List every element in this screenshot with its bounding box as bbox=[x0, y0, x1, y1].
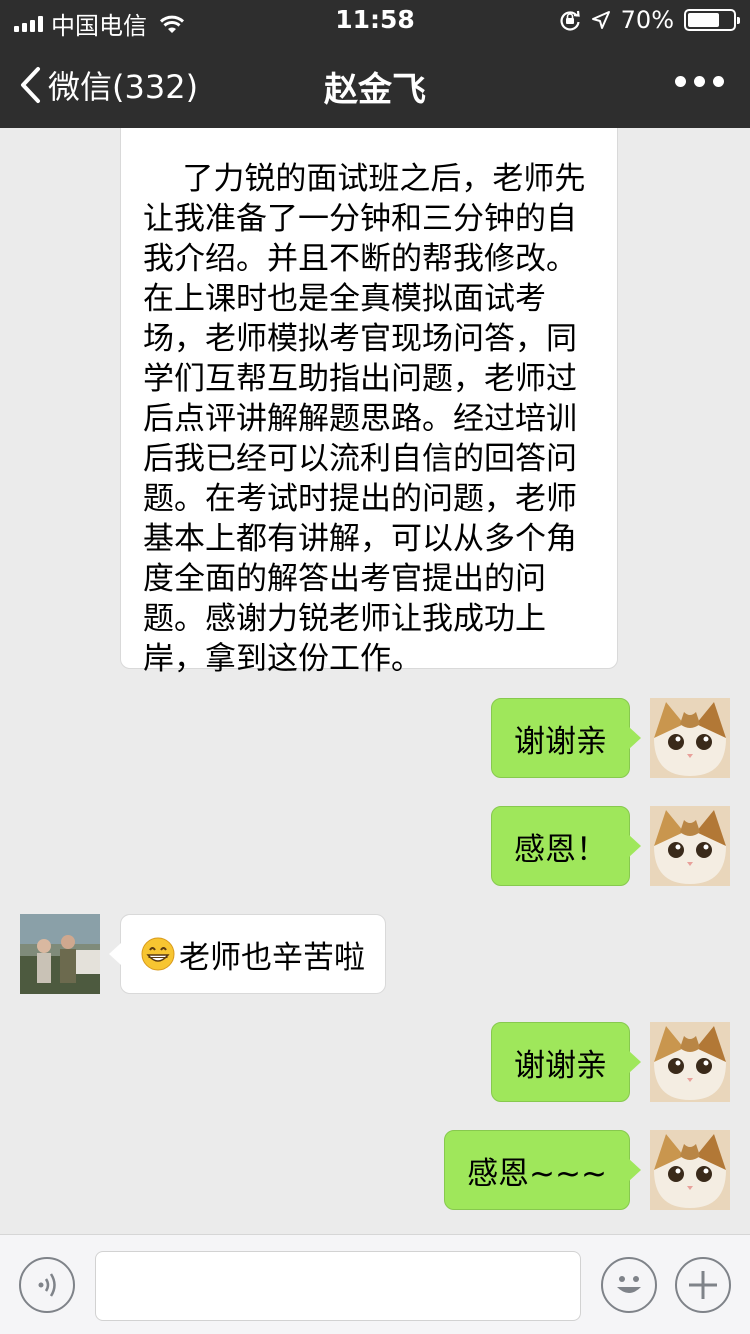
contact-avatar[interactable] bbox=[20, 914, 100, 994]
more-functions-button[interactable] bbox=[675, 1257, 731, 1313]
smiley-icon bbox=[617, 1276, 641, 1293]
grinning-face-emoji-icon bbox=[141, 937, 175, 971]
battery-icon bbox=[684, 9, 740, 31]
more-options-button[interactable] bbox=[675, 76, 724, 87]
nav-bar: 微信(332) 赵金飞 bbox=[0, 40, 750, 128]
cat-avatar-icon bbox=[650, 1022, 730, 1102]
message-bubble-received[interactable]: 老师也辛苦啦 bbox=[109, 914, 386, 994]
message-text: 感恩！ bbox=[514, 831, 607, 868]
orientation-lock-icon bbox=[560, 10, 580, 31]
battery-level-fill bbox=[688, 13, 719, 27]
status-bar: 中国电信 11:58 70% bbox=[0, 0, 750, 40]
message-text: 谢谢亲 bbox=[514, 723, 607, 760]
message-bubble-sent[interactable]: 感恩~~~ bbox=[444, 1130, 641, 1210]
self-avatar[interactable] bbox=[650, 698, 730, 778]
plus-icon bbox=[689, 1271, 717, 1299]
message-text: 老师也辛苦啦 bbox=[179, 939, 365, 976]
message-text: 感恩~~~ bbox=[467, 1155, 607, 1192]
message-text: 了力锐的面试班之后，老师先让我准备了一分钟和三分钟的自我介绍。并且不断的帮我修改… bbox=[143, 161, 586, 677]
chat-input-bar bbox=[0, 1234, 750, 1334]
message-bubble-received[interactable]: 了力锐的面试班之后，老师先让我准备了一分钟和三分钟的自我介绍。并且不断的帮我修改… bbox=[120, 128, 618, 677]
cat-avatar-icon bbox=[650, 806, 730, 886]
message-text: 谢谢亲 bbox=[514, 1047, 607, 1084]
photo-avatar-icon bbox=[20, 914, 100, 994]
status-right: 70% bbox=[559, 6, 740, 34]
message-bubble-sent[interactable]: 谢谢亲 bbox=[491, 1022, 641, 1102]
message-bubble-sent[interactable]: 谢谢亲 bbox=[491, 698, 641, 778]
voice-icon bbox=[38, 1273, 56, 1297]
chat-title: 赵金飞 bbox=[324, 70, 426, 110]
self-avatar[interactable] bbox=[650, 1130, 730, 1210]
chat-message-list[interactable]: 了力锐的面试班之后，老师先让我准备了一分钟和三分钟的自我介绍。并且不断的帮我修改… bbox=[0, 128, 750, 1234]
self-avatar[interactable] bbox=[650, 1022, 730, 1102]
emoji-button[interactable] bbox=[601, 1257, 657, 1313]
cat-avatar-icon bbox=[650, 698, 730, 778]
location-arrow-icon bbox=[591, 11, 610, 29]
voice-input-button[interactable] bbox=[19, 1257, 75, 1313]
self-avatar[interactable] bbox=[650, 806, 730, 886]
message-text-input[interactable] bbox=[95, 1251, 581, 1321]
battery-percent: 70% bbox=[620, 6, 674, 34]
message-bubble-sent[interactable]: 感恩！ bbox=[491, 806, 641, 886]
cat-avatar-icon bbox=[650, 1130, 730, 1210]
more-dots-icon bbox=[675, 76, 686, 87]
